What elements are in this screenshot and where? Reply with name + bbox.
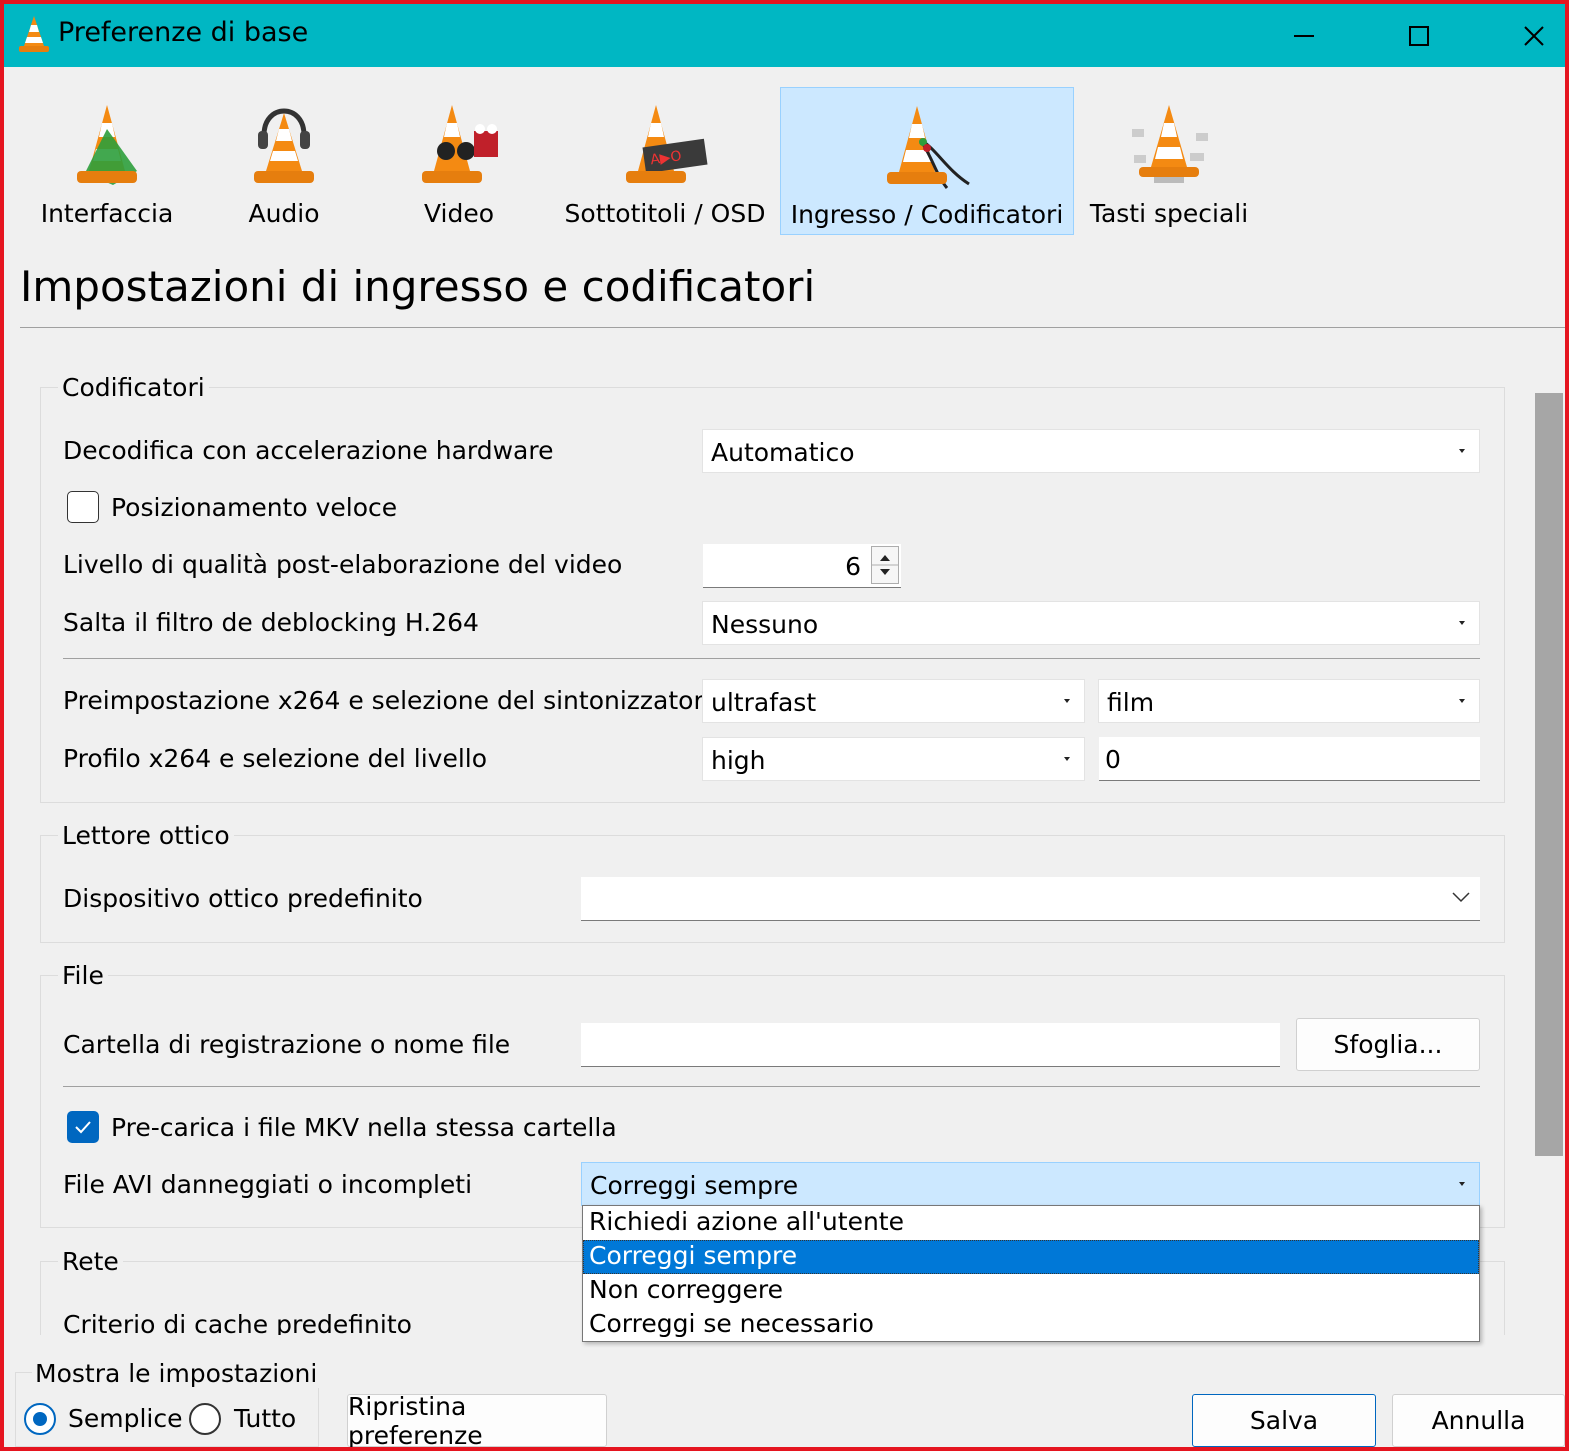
deblock-value: Nessuno bbox=[711, 610, 819, 639]
video-cone-icon bbox=[422, 105, 498, 183]
interface-cone-icon bbox=[77, 105, 137, 185]
spin-buttons[interactable] bbox=[871, 546, 899, 584]
show-settings-title: Mostra le impostazioni bbox=[32, 1359, 321, 1388]
bottom-bar: Mostra le impostazioni Semplice Tutto Ri… bbox=[4, 1335, 1565, 1450]
cache-policy-label: Criterio di cache predefinito bbox=[63, 1310, 412, 1335]
tab-label: Tasti speciali bbox=[1089, 199, 1249, 228]
dropdown-option[interactable]: Non correggere bbox=[583, 1274, 1479, 1308]
tab-hotkeys[interactable]: Tasti speciali bbox=[1084, 87, 1254, 235]
dropdown-arrow-icon bbox=[1459, 1182, 1465, 1186]
headphones-cone-icon bbox=[254, 108, 314, 183]
reset-preferences-button[interactable]: Ripristina preferenze bbox=[347, 1392, 607, 1450]
pp-quality-spinbox[interactable]: 6 bbox=[703, 544, 901, 588]
subtitles-cone-icon: A▶O bbox=[626, 105, 708, 183]
dropdown-option-selected[interactable]: Correggi sempre bbox=[583, 1240, 1479, 1274]
tab-audio[interactable]: Audio bbox=[214, 87, 354, 235]
all-radio[interactable] bbox=[189, 1403, 221, 1435]
vertical-scrollbar[interactable] bbox=[1525, 345, 1565, 1335]
minimize-icon bbox=[1293, 34, 1314, 37]
codecs-group-title: Codificatori bbox=[58, 373, 209, 402]
tab-subtitles-osd[interactable]: A▶O Sottotitoli / OSD bbox=[560, 87, 770, 235]
simple-radio[interactable] bbox=[24, 1403, 56, 1435]
optical-device-select[interactable] bbox=[581, 877, 1480, 921]
x264-profile-label: Profilo x264 e selezione del livello bbox=[63, 744, 488, 773]
optical-device-label: Dispositivo ottico predefinito bbox=[63, 884, 423, 913]
tab-label: Sottotitoli / OSD bbox=[564, 199, 766, 228]
maximize-button[interactable] bbox=[1361, 4, 1476, 67]
x264-preset-label: Preimpostazione x264 e selezione del sin… bbox=[63, 686, 719, 715]
x264-level-value: 0 bbox=[1105, 745, 1121, 774]
fast-seek-checkbox[interactable] bbox=[67, 491, 99, 523]
spin-arrows-icon bbox=[872, 555, 898, 575]
save-button[interactable]: Salva bbox=[1192, 1394, 1376, 1447]
tab-label: Audio bbox=[248, 199, 320, 228]
category-toolbar: Interfaccia Audio Video A▶O Sottotitoli … bbox=[4, 67, 1565, 247]
hw-decoding-value: Automatico bbox=[711, 438, 855, 467]
tab-label: Video bbox=[423, 199, 495, 228]
scrollbar-thumb[interactable] bbox=[1535, 393, 1563, 1156]
tab-label: Ingresso / Codificatori bbox=[790, 200, 1064, 229]
tab-video[interactable]: Video bbox=[389, 87, 529, 235]
tab-interface[interactable]: Interfaccia bbox=[32, 87, 182, 235]
dropdown-option[interactable]: Correggi se necessario bbox=[583, 1308, 1479, 1342]
hw-decoding-select[interactable]: Automatico bbox=[702, 429, 1480, 473]
deblock-select[interactable]: Nessuno bbox=[702, 601, 1480, 645]
record-path-label: Cartella di registrazione o nome file bbox=[63, 1030, 511, 1059]
dropdown-option[interactable]: Richiedi azione all'utente bbox=[583, 1206, 1479, 1240]
file-separator bbox=[63, 1086, 1480, 1087]
x264-profile-value: high bbox=[711, 746, 766, 775]
title-divider bbox=[20, 327, 1565, 328]
close-button[interactable] bbox=[1476, 4, 1569, 67]
deblock-label: Salta il filtro de deblocking H.264 bbox=[63, 608, 479, 637]
avi-repair-value: Correggi sempre bbox=[590, 1171, 799, 1200]
record-path-input[interactable] bbox=[581, 1023, 1280, 1067]
chevron-down-icon bbox=[1452, 892, 1470, 903]
x264-tune-select[interactable]: film bbox=[1098, 679, 1480, 723]
x264-profile-select[interactable]: high bbox=[702, 737, 1085, 781]
tab-input-codecs[interactable]: Ingresso / Codificatori bbox=[780, 87, 1074, 235]
avi-repair-dropdown-list[interactable]: Richiedi azione all'utente Correggi semp… bbox=[582, 1205, 1480, 1342]
hotkeys-cone-icon bbox=[1132, 105, 1208, 183]
hw-decoding-label: Decodifica con accelerazione hardware bbox=[63, 436, 554, 465]
avi-repair-select[interactable]: Correggi sempre bbox=[581, 1162, 1480, 1206]
close-icon bbox=[1523, 25, 1544, 46]
input-codecs-cone-icon bbox=[887, 106, 970, 189]
all-radio-label: Tutto bbox=[234, 1404, 297, 1433]
x264-preset-select[interactable]: ultrafast bbox=[702, 679, 1085, 723]
x264-level-input[interactable]: 0 bbox=[1099, 737, 1480, 781]
network-group-title: Rete bbox=[58, 1247, 123, 1276]
codecs-separator bbox=[63, 658, 1480, 659]
tab-label: Interfaccia bbox=[40, 199, 174, 228]
mkv-preload-label: Pre-carica i file MKV nella stessa carte… bbox=[111, 1113, 617, 1142]
avi-repair-label: File AVI danneggiati o incompleti bbox=[63, 1170, 473, 1199]
maximize-icon bbox=[1408, 25, 1429, 46]
dropdown-arrow-icon bbox=[1459, 699, 1465, 703]
x264-preset-value: ultrafast bbox=[711, 688, 817, 717]
checkmark-icon bbox=[75, 1121, 91, 1134]
browse-button[interactable]: Sfoglia... bbox=[1296, 1018, 1480, 1071]
page-title: Impostazioni di ingresso e codificatori bbox=[20, 262, 816, 311]
dropdown-arrow-icon bbox=[1459, 449, 1465, 453]
file-group-title: File bbox=[58, 961, 108, 990]
optical-group-title: Lettore ottico bbox=[58, 821, 234, 850]
dropdown-arrow-icon bbox=[1064, 699, 1070, 703]
cancel-button[interactable]: Annulla bbox=[1392, 1394, 1565, 1447]
dropdown-arrow-icon bbox=[1064, 757, 1070, 761]
window-title: Preferenze di base bbox=[58, 17, 309, 48]
mkv-preload-checkbox[interactable] bbox=[67, 1111, 99, 1143]
minimize-button[interactable] bbox=[1246, 4, 1361, 67]
title-bar[interactable]: Preferenze di base bbox=[4, 4, 1565, 67]
fast-seek-label: Posizionamento veloce bbox=[111, 493, 398, 522]
pp-quality-value: 6 bbox=[845, 552, 861, 581]
dropdown-arrow-icon bbox=[1459, 621, 1465, 625]
simple-radio-label: Semplice bbox=[68, 1404, 183, 1433]
x264-tune-value: film bbox=[1107, 688, 1155, 717]
vlc-cone-icon bbox=[19, 16, 49, 52]
pp-quality-label: Livello di qualità post-elaborazione del… bbox=[63, 550, 623, 579]
